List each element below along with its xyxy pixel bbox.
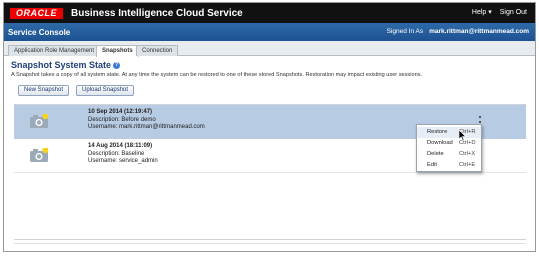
snapshot-timestamp: 10 Sep 2014 (12:19:47) bbox=[88, 109, 153, 115]
context-menu: Restore Ctrl+R Download Ctrl+D Delete Ct… bbox=[416, 124, 482, 172]
tab-connection[interactable]: Connection bbox=[136, 45, 179, 56]
menu-item-label: Download bbox=[427, 140, 453, 146]
menu-item-label: Delete bbox=[427, 151, 444, 157]
menu-item-shortcut: Ctrl+E bbox=[459, 162, 476, 168]
tab-snapshots[interactable]: Snapshots bbox=[96, 45, 139, 57]
help-icon[interactable]: ? bbox=[113, 61, 121, 69]
snapshot-timestamp: 14 Aug 2014 (18:11:09) bbox=[88, 143, 153, 149]
divider bbox=[14, 239, 526, 240]
sign-out-link[interactable]: Sign Out bbox=[500, 8, 527, 16]
new-snapshot-button[interactable]: New Snapshot bbox=[18, 85, 70, 96]
snapshot-username: Username: mark.rittman@rittmanmead.com bbox=[88, 124, 205, 130]
tab-application-role-management[interactable]: Application Role Management bbox=[8, 45, 101, 56]
top-bar: ORACLE Business Intelligence Cloud Servi… bbox=[4, 3, 535, 23]
help-menu-link[interactable]: Help ▾ bbox=[472, 8, 492, 16]
menu-item-delete[interactable]: Delete Ctrl+X bbox=[417, 149, 481, 160]
menu-item-label: Edit bbox=[427, 162, 437, 168]
panel-description: A Snapshot takes a copy of all system st… bbox=[11, 72, 423, 78]
camera-icon bbox=[30, 114, 48, 128]
menu-item-edit[interactable]: Edit Ctrl+E bbox=[417, 160, 481, 171]
service-console-title: Service Console bbox=[8, 27, 71, 37]
tab-strip: Application Role Management Snapshots Co… bbox=[4, 41, 535, 57]
product-title: Business Intelligence Cloud Service bbox=[71, 7, 243, 19]
panel-title: Snapshot System State ? bbox=[11, 60, 121, 70]
menu-item-label: Restore bbox=[427, 129, 448, 135]
snapshot-details: 14 Aug 2014 (18:11:09) Description: Base… bbox=[88, 143, 158, 166]
menu-item-shortcut: Ctrl+X bbox=[459, 151, 476, 157]
app-window: ORACLE Business Intelligence Cloud Servi… bbox=[3, 2, 536, 252]
oracle-logo: ORACLE bbox=[10, 7, 63, 19]
menu-item-download[interactable]: Download Ctrl+D bbox=[417, 138, 481, 149]
snapshot-username: Username: service_admin bbox=[88, 158, 158, 164]
snapshot-description: Description: Before demo bbox=[88, 116, 156, 123]
signed-in-label: Signed In As bbox=[386, 28, 424, 35]
panel-title-text: Snapshot System State bbox=[11, 60, 112, 70]
menu-item-restore[interactable]: Restore Ctrl+R bbox=[417, 127, 481, 138]
upload-snapshot-button[interactable]: Upload Snapshot bbox=[76, 85, 135, 96]
signed-in-info: Signed In As mark.rittman@rittmanmead.co… bbox=[387, 28, 529, 35]
signed-in-user: mark.rittman@rittmanmead.com bbox=[429, 28, 529, 35]
camera-icon bbox=[30, 148, 48, 162]
mouse-cursor-icon bbox=[459, 130, 467, 141]
divider bbox=[14, 243, 526, 244]
service-console-bar: Service Console Signed In As mark.rittma… bbox=[4, 23, 535, 41]
top-links: Help ▾ Sign Out bbox=[472, 8, 527, 17]
snapshot-description: Description: Baseline bbox=[88, 150, 145, 157]
snapshot-details: 10 Sep 2014 (12:19:47) Description: Befo… bbox=[88, 109, 205, 132]
